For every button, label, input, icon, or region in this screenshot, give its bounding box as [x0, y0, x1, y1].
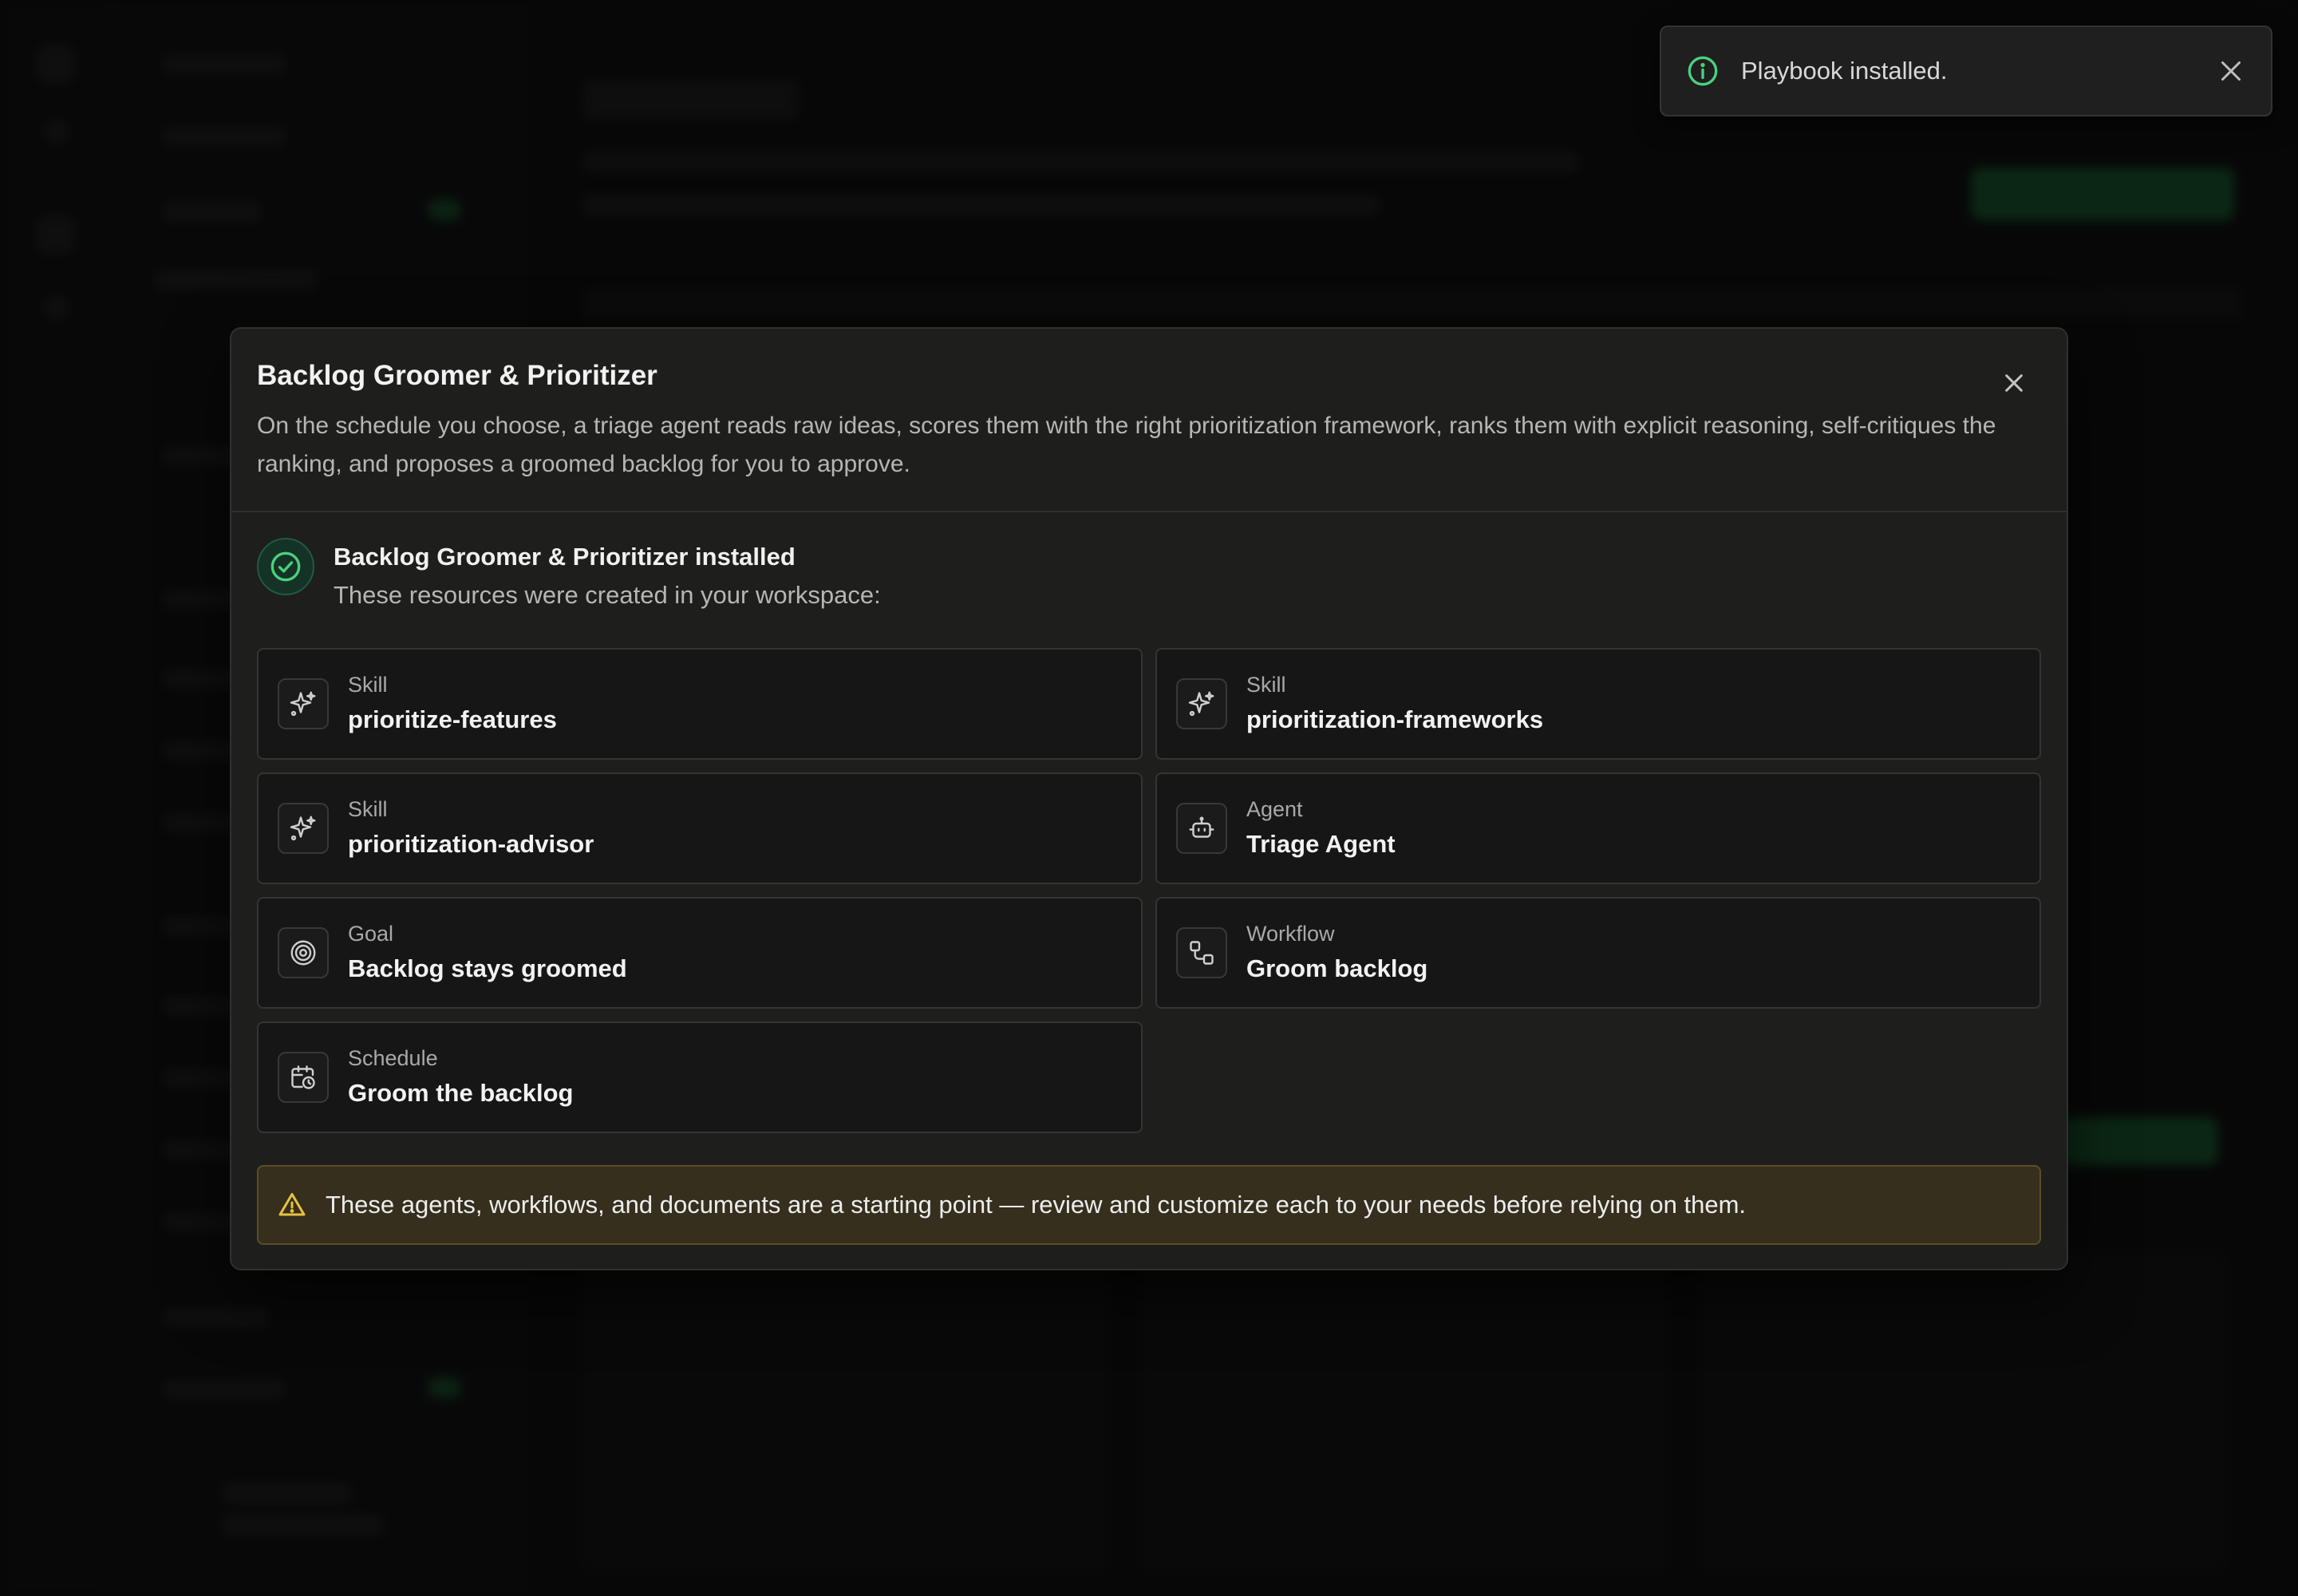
- resource-item[interactable]: Schedule Groom the backlog: [257, 1021, 1143, 1133]
- resource-icon-box: [278, 803, 329, 854]
- resource-type: Schedule: [348, 1045, 438, 1070]
- resource-type: Workflow: [1246, 921, 1335, 946]
- resource-icon-box: [278, 927, 329, 978]
- resource-item[interactable]: Workflow Groom backlog: [1155, 897, 2041, 1009]
- check-circle-icon: [270, 551, 301, 582]
- toast-notification: Playbook installed.: [1660, 26, 2272, 117]
- workflow-icon: [1190, 941, 1214, 965]
- resource-type: Skill: [1246, 672, 1286, 697]
- resource-type: Skill: [348, 672, 388, 697]
- warning-triangle-icon: [278, 1193, 306, 1216]
- resource-item[interactable]: Skill prioritize-features: [257, 648, 1143, 760]
- toast-message: Playbook installed.: [1741, 57, 1948, 85]
- close-icon[interactable]: [2001, 370, 2027, 396]
- resource-name: Backlog stays groomed: [348, 954, 627, 982]
- dialog-description: On the schedule you choose, a triage age…: [257, 413, 1996, 477]
- resource-icon-box: [278, 1052, 329, 1103]
- resource-name: prioritization-advisor: [348, 829, 594, 858]
- dialog-header: Backlog Groomer & Prioritizer On the sch…: [231, 329, 2067, 512]
- dialog-title: Backlog Groomer & Prioritizer: [257, 360, 657, 391]
- resource-icon-box: [1176, 927, 1227, 978]
- resource-type: Goal: [348, 921, 394, 946]
- info-circle-icon: [1688, 56, 1718, 86]
- resource-name: prioritization-frameworks: [1246, 705, 1544, 733]
- playbook-installed-dialog: Backlog Groomer & Prioritizer On the sch…: [230, 327, 2068, 1270]
- resource-item[interactable]: Goal Backlog stays groomed: [257, 897, 1143, 1009]
- resource-item[interactable]: Skill prioritization-frameworks: [1155, 648, 2041, 760]
- success-badge: [257, 538, 314, 595]
- sparkle-icon: [290, 691, 316, 717]
- resource-item[interactable]: Agent Triage Agent: [1155, 772, 2041, 884]
- status-title: Backlog Groomer & Prioritizer installed: [334, 543, 796, 571]
- resource-type: Agent: [1246, 796, 1303, 821]
- resource-name: prioritize-features: [348, 705, 557, 733]
- warning-banner: These agents, workflows, and documents a…: [257, 1165, 2041, 1245]
- resource-icon-box: [278, 678, 329, 729]
- resource-name: Triage Agent: [1246, 829, 1396, 858]
- resource-name: Groom the backlog: [348, 1078, 574, 1107]
- resource-icon-box: [1176, 678, 1227, 729]
- robot-icon: [1189, 816, 1214, 838]
- warning-text: These agents, workflows, and documents a…: [326, 1191, 1747, 1219]
- sparkle-icon: [1188, 691, 1214, 717]
- resource-item[interactable]: Skill prioritization-advisor: [257, 772, 1143, 884]
- calendar-clock-icon: [291, 1065, 315, 1089]
- resource-type: Skill: [348, 796, 388, 821]
- install-status: Backlog Groomer & Prioritizer installed …: [257, 538, 881, 613]
- status-subtitle: These resources were created in your wor…: [334, 581, 881, 610]
- sparkle-icon: [290, 816, 316, 841]
- resource-name: Groom backlog: [1246, 954, 1428, 982]
- close-icon[interactable]: [2217, 57, 2245, 85]
- resource-icon-box: [1176, 803, 1227, 854]
- target-icon: [290, 940, 316, 966]
